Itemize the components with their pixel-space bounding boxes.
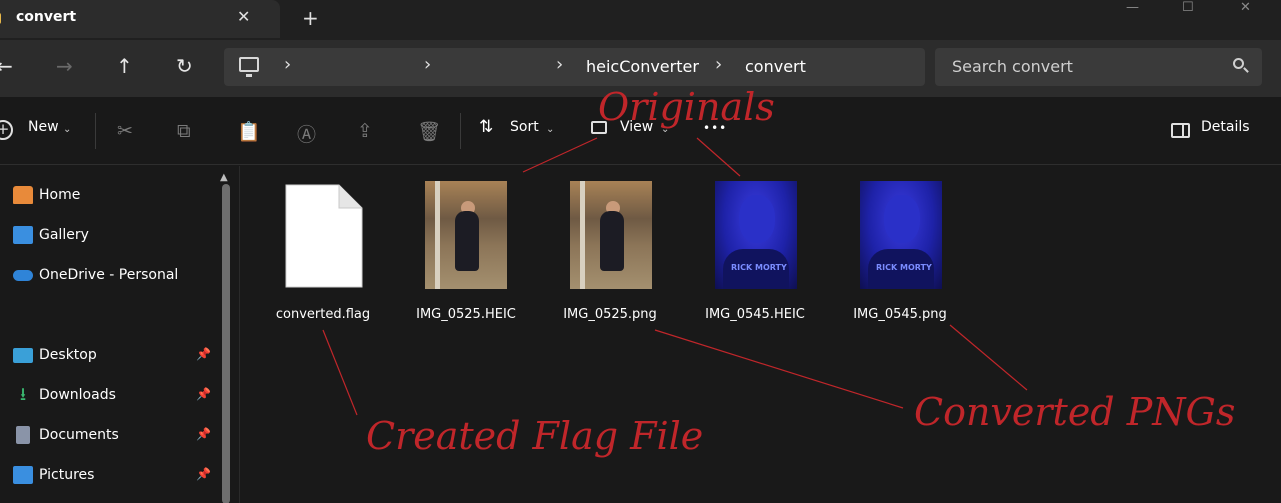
- annotation-originals: Originals: [598, 85, 775, 129]
- pngs-arrow-1: [654, 329, 904, 409]
- file-explorer-window: convert ✕ + — ☐ ✕ ← → ↑ ↻ › › › heicConv…: [0, 0, 1281, 503]
- annotation-converted-pngs: Converted PNGs: [914, 390, 1236, 434]
- pngs-arrow-2: [949, 324, 1028, 391]
- flag-arrow: [322, 329, 358, 416]
- originals-arrow-2: [696, 137, 741, 177]
- originals-arrow-1: [522, 137, 598, 173]
- annotation-created-flag-file: Created Flag File: [366, 414, 704, 458]
